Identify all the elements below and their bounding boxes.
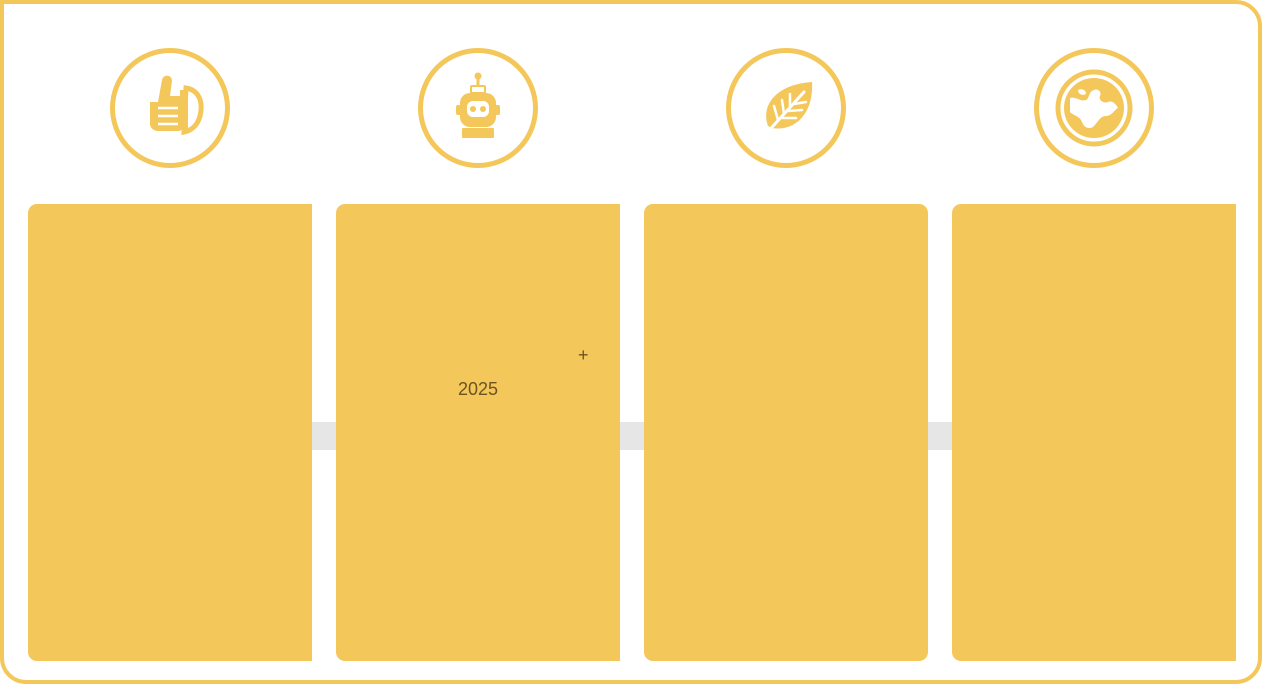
globe-icon: [1055, 69, 1133, 147]
card-2: + 2025: [336, 204, 620, 661]
infographic-frame: + 2025: [0, 0, 1262, 684]
thumbs-up-icon: [150, 75, 204, 136]
card-4: [952, 204, 1236, 661]
card-1: [28, 204, 312, 661]
badge-2: [418, 48, 538, 168]
badge-1: [110, 48, 230, 168]
leaf-icon: [762, 82, 813, 138]
card-3: [644, 204, 928, 661]
card-marker: +: [578, 345, 589, 365]
card-text: 2025: [457, 379, 499, 399]
badge-3: [726, 48, 846, 168]
robot-icon: [456, 72, 500, 138]
badge-4: [1034, 48, 1154, 168]
